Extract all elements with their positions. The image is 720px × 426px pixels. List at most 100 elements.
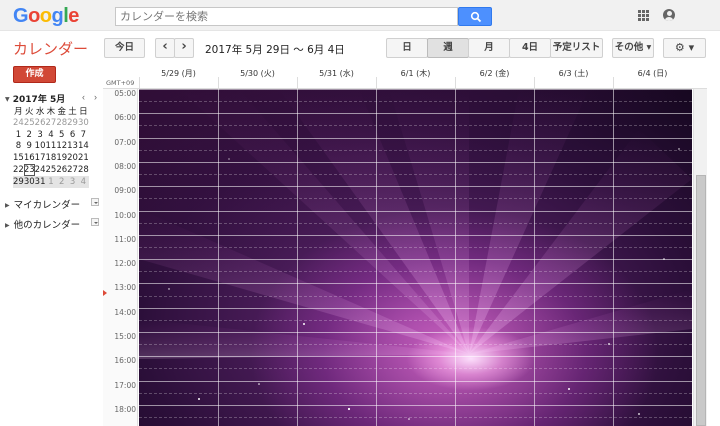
- all-day-cell[interactable]: [534, 77, 613, 89]
- mini-prev-month-button[interactable]: ‹: [82, 92, 85, 102]
- mini-calendar-day[interactable]: 1: [13, 129, 24, 141]
- calendar-background-image: [139, 89, 692, 426]
- next-week-button[interactable]: ›: [174, 38, 194, 58]
- aurora-rays: [139, 89, 692, 420]
- collapse-triangle-icon[interactable]: ▼: [5, 96, 10, 103]
- all-day-cell[interactable]: [218, 77, 297, 89]
- vertical-scrollbar[interactable]: [693, 89, 707, 426]
- hour-gridline: [139, 210, 692, 212]
- hour-label: 05:00: [114, 89, 136, 98]
- my-calendars-section[interactable]: ▶ マイカレンダー: [5, 197, 80, 211]
- day-header-row: GMT+09 5/29 (月) 5/30 (火) 5/31 (水) 6/1 (木) 6/…: [103, 63, 707, 89]
- mini-calendar-day[interactable]: 11: [45, 141, 56, 153]
- scrollbar-thumb[interactable]: [696, 175, 706, 426]
- mini-calendar-day[interactable]: 1: [45, 175, 57, 188]
- hour-gridline: [139, 307, 692, 309]
- mini-calendar-title: ▼ 2017年 5月: [5, 92, 65, 105]
- hour-label: 12:00: [114, 259, 136, 269]
- mini-calendar-day[interactable]: 23: [23, 164, 35, 176]
- mini-calendar-day[interactable]: 27: [67, 164, 78, 176]
- mini-calendar-day[interactable]: 26: [56, 164, 67, 176]
- view-4day-button[interactable]: 4日: [509, 38, 551, 58]
- mini-calendar-day[interactable]: 17: [35, 152, 46, 164]
- mini-calendar-day[interactable]: 14: [78, 141, 89, 153]
- mini-calendar-day[interactable]: 27: [45, 117, 56, 129]
- expand-triangle-icon: ▶: [5, 222, 10, 229]
- mini-calendar-day[interactable]: 29: [67, 117, 78, 129]
- mini-calendar-day[interactable]: 28: [56, 117, 67, 129]
- mini-calendar-day[interactable]: 15: [13, 152, 24, 164]
- apps-grid-icon[interactable]: [638, 10, 649, 21]
- hour-label: 16:00: [114, 356, 136, 366]
- search-button[interactable]: [458, 7, 492, 26]
- expand-triangle-icon: ▶: [5, 202, 10, 209]
- mini-calendar-day[interactable]: 25: [24, 117, 35, 129]
- view-agenda-button[interactable]: 予定リスト: [550, 38, 603, 58]
- view-month-button[interactable]: 月: [468, 38, 510, 58]
- mini-calendar-day[interactable]: 20: [67, 152, 78, 164]
- mini-calendar-day[interactable]: 18: [45, 152, 56, 164]
- mini-calendar-day[interactable]: 4: [45, 129, 56, 141]
- hour-label: 10:00: [114, 210, 136, 220]
- other-calendars-section[interactable]: ▶ 他のカレンダー: [5, 217, 80, 231]
- top-header: Google: [0, 0, 720, 31]
- mini-calendar-day[interactable]: 12: [56, 141, 67, 153]
- create-event-button[interactable]: 作成: [13, 66, 56, 83]
- mini-calendar-day[interactable]: 22: [13, 164, 24, 176]
- hour-label: 18:00: [114, 404, 136, 414]
- all-day-cell[interactable]: [297, 77, 376, 89]
- weekday-label: 火: [24, 107, 34, 117]
- mini-calendar-day[interactable]: 2: [24, 129, 35, 141]
- settings-button[interactable]: ⚙ ▾: [663, 38, 706, 58]
- my-calendars-menu-button[interactable]: [91, 198, 99, 206]
- mini-calendar-day[interactable]: 30: [78, 117, 89, 129]
- day-column-divider: [534, 89, 535, 426]
- mini-calendar-day[interactable]: 9: [24, 141, 35, 153]
- view-day-button[interactable]: 日: [386, 38, 428, 58]
- mini-calendar-day[interactable]: 28: [78, 164, 89, 176]
- weekday-label: 月: [14, 107, 23, 117]
- more-button[interactable]: その他 ▾: [612, 38, 654, 58]
- mini-next-month-button[interactable]: ›: [94, 92, 97, 102]
- mini-calendar-day[interactable]: 19: [56, 152, 67, 164]
- hour-label: 11:00: [114, 234, 136, 244]
- hour-gridline: [139, 259, 692, 261]
- mini-calendar-day[interactable]: 26: [35, 117, 46, 129]
- mini-calendar-day[interactable]: 30: [23, 175, 35, 188]
- google-logo[interactable]: Google: [13, 5, 79, 28]
- mini-calendar-day[interactable]: 5: [56, 129, 67, 141]
- mini-calendar-day[interactable]: 24: [13, 117, 24, 129]
- other-calendars-menu-button[interactable]: [91, 218, 99, 226]
- all-day-cell[interactable]: [139, 77, 218, 89]
- today-button[interactable]: 今日: [104, 38, 145, 58]
- mini-calendar-day[interactable]: 25: [45, 164, 56, 176]
- mini-calendar-day[interactable]: 13: [67, 141, 78, 153]
- mini-calendar-day[interactable]: 2: [56, 175, 68, 188]
- mini-calendar-day[interactable]: 7: [78, 129, 89, 141]
- view-week-button[interactable]: 週: [427, 38, 469, 58]
- hour-label: 08:00: [114, 161, 136, 171]
- mini-calendar-day[interactable]: 8: [13, 141, 24, 153]
- hour-label: 15:00: [114, 332, 136, 341]
- mini-calendar-day[interactable]: 10: [35, 141, 46, 153]
- search-input[interactable]: [115, 7, 458, 26]
- prev-week-button[interactable]: ‹: [155, 38, 175, 58]
- half-hour-gridline: [139, 368, 692, 370]
- mini-calendar-day[interactable]: 21: [78, 152, 89, 164]
- hour-gridline: [139, 113, 692, 115]
- hour-label: 09:00: [114, 186, 136, 196]
- account-avatar-icon[interactable]: [663, 9, 675, 21]
- mini-calendar-day[interactable]: 3: [35, 129, 46, 141]
- mini-calendar-day[interactable]: 16: [24, 152, 35, 164]
- mini-calendar-day[interactable]: 24: [35, 164, 46, 176]
- mini-calendar-day[interactable]: 6: [67, 129, 78, 141]
- all-day-cell[interactable]: [455, 77, 534, 89]
- all-day-cell[interactable]: [376, 77, 455, 89]
- mini-calendar-day[interactable]: 4: [77, 175, 89, 188]
- all-day-cell[interactable]: [613, 77, 692, 89]
- mini-calendar-day[interactable]: 3: [67, 175, 78, 188]
- mini-calendar-day[interactable]: 31: [34, 175, 46, 188]
- mini-calendar-day[interactable]: 29: [13, 175, 24, 188]
- hour-gridline: [139, 137, 692, 139]
- half-hour-gridline: [139, 344, 692, 346]
